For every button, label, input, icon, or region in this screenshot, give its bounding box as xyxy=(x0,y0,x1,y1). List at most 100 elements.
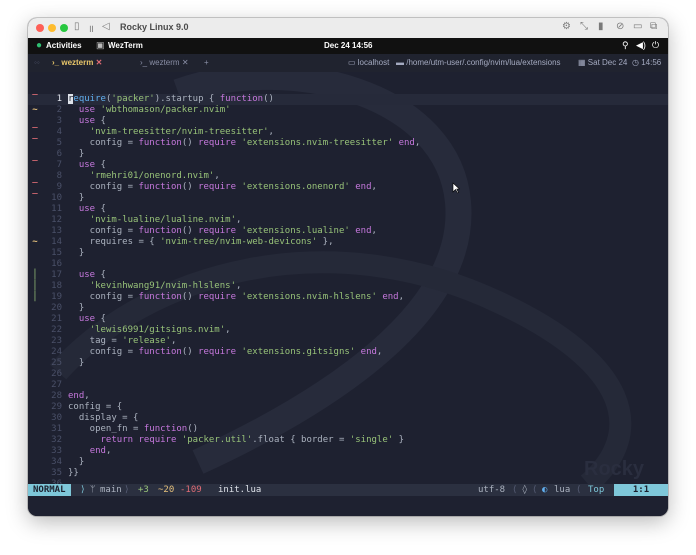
code-line[interactable]: ‾ 1 require('packer').startup { function() xyxy=(28,94,668,105)
line-number: 16 xyxy=(51,259,62,269)
close-tab-icon[interactable]: ✕ xyxy=(96,58,103,67)
code-text: } xyxy=(68,358,85,368)
code-line[interactable]: 3 use { xyxy=(28,116,668,127)
tab-label: wezterm xyxy=(149,58,180,67)
code-line[interactable]: │ 17 use { xyxy=(28,270,668,281)
tab-wezterm-active[interactable]: ›_ wezterm ✕ xyxy=(52,58,102,67)
code-line[interactable]: 20 } xyxy=(28,303,668,314)
line-number: 23 xyxy=(51,336,62,346)
line-number: 11 xyxy=(51,204,62,214)
git-sign: ‾ xyxy=(32,160,38,170)
code-text: } xyxy=(68,457,85,467)
line-number: 15 xyxy=(51,248,62,258)
git-sign: ‾ xyxy=(32,193,38,203)
code-text: }} xyxy=(68,468,79,478)
settings-icon[interactable]: ⚙ xyxy=(562,21,571,32)
new-tab-button[interactable]: + xyxy=(204,58,209,67)
folder-icon[interactable]: ▭ xyxy=(633,21,642,32)
code-text: end, xyxy=(89,446,112,456)
code-line[interactable]: 15 } xyxy=(28,248,668,259)
file-name: init.lua xyxy=(218,485,262,495)
git-sign: ~ xyxy=(32,105,38,115)
pause-icon[interactable]: ॥ xyxy=(88,21,94,35)
git-sign: ~ xyxy=(32,237,38,247)
code-line[interactable]: 13 config = function() require 'extensio… xyxy=(28,226,668,237)
code-text: use { xyxy=(78,116,106,126)
code-text: display = { xyxy=(68,413,139,423)
code-line[interactable]: 21 use { xyxy=(28,314,668,325)
nvim-editor[interactable]: Rocky ‾ 1 require('packer').startup { func… xyxy=(28,72,668,484)
code-line[interactable]: 33 end, xyxy=(28,446,668,457)
code-line[interactable]: ‾ 9 config = function() require 'extensio… xyxy=(28,182,668,193)
network-icon[interactable]: ⚲ xyxy=(622,40,629,51)
code-line[interactable]: 31 open_fn = function() xyxy=(28,424,668,435)
minimize-button[interactable] xyxy=(48,24,56,32)
line-number: 7 xyxy=(56,160,62,170)
code-line[interactable]: ‾ 4 'nvim-treesitter/nvim-treesitter', xyxy=(28,127,668,138)
power-icon[interactable]: ⏻ xyxy=(652,40,659,51)
diff-removed: -109 xyxy=(180,485,202,495)
host-indicator: ▭ localhost xyxy=(348,58,390,67)
volume-icon[interactable]: ◀) xyxy=(636,40,646,51)
resize-icon[interactable]: ⤡ xyxy=(580,21,588,32)
code-line[interactable]: 11 use { xyxy=(28,204,668,215)
code-text: config = function() require 'extensions.… xyxy=(68,347,383,357)
line-number: 6 xyxy=(56,149,62,159)
code-line[interactable]: 34 } xyxy=(28,457,668,468)
line-number: 8 xyxy=(56,171,62,181)
code-line[interactable]: 28 end, xyxy=(28,391,668,402)
code-text: use { xyxy=(78,160,106,170)
code-line[interactable]: 24 config = function() require 'extensio… xyxy=(28,347,668,358)
code-line[interactable]: ~2 use 'wbthomason/packer.nvim' xyxy=(28,105,668,116)
code-line[interactable]: 8 'rmehri01/onenord.nvim', xyxy=(28,171,668,182)
code-line[interactable]: 27 xyxy=(28,380,668,391)
code-line[interactable]: 35}} xyxy=(28,468,668,479)
code-line[interactable]: 29 config = { xyxy=(28,402,668,413)
code-line[interactable]: 16 xyxy=(28,259,668,270)
line-number: 12 xyxy=(51,215,62,225)
code-text: use { xyxy=(78,204,106,214)
code-line[interactable]: ‾ 10 } xyxy=(28,193,668,204)
code-line[interactable]: 22 'lewis6991/gitsigns.nvim', xyxy=(28,325,668,336)
code-line[interactable]: 26 xyxy=(28,369,668,380)
code-line[interactable]: 6 } xyxy=(28,149,668,160)
code-line[interactable]: │ 18 'kevinhwang91/nvim-hlslens', xyxy=(28,281,668,292)
line-number: 13 xyxy=(51,226,62,236)
code-text: use 'wbthomason/packer.nvim' xyxy=(78,105,231,115)
close-tab-icon[interactable]: ✕ xyxy=(182,58,189,67)
code-text: open_fn = function() xyxy=(68,424,199,434)
line-number: 20 xyxy=(51,303,62,313)
line-number: 29 xyxy=(51,402,62,412)
line-number: 31 xyxy=(51,424,62,434)
code-line[interactable]: 30 display = { xyxy=(28,413,668,424)
zoom-button[interactable] xyxy=(60,24,68,32)
code-line[interactable]: ~14 requires = { 'nvim-tree/nvim-web-dev… xyxy=(28,237,668,248)
code-line[interactable]: ‾ 7 use { xyxy=(28,160,668,171)
line-number: 14 xyxy=(51,237,62,247)
code-line[interactable]: 23 tag = 'release', xyxy=(28,336,668,347)
command-line[interactable] xyxy=(28,496,668,516)
separator-icon: ⟨ xyxy=(512,485,518,495)
sidebar-icon[interactable]: ▯ xyxy=(74,21,80,32)
activities-button[interactable]: Activities xyxy=(46,41,82,50)
close-button[interactable] xyxy=(36,24,44,32)
git-sign: ‾ xyxy=(32,94,38,104)
code-line[interactable]: 25 } xyxy=(28,358,668,369)
code-line[interactable]: 32 return require 'packer.util'.float { … xyxy=(28,435,668,446)
back-icon[interactable]: ◁ xyxy=(102,21,110,32)
line-number: 35 xyxy=(51,468,62,478)
tab-wezterm-2[interactable]: ›_ wezterm ✕ xyxy=(140,58,189,67)
usb-icon[interactable]: ▮ xyxy=(598,21,604,32)
code-line[interactable]: │ 19 config = function() require 'extensi… xyxy=(28,292,668,303)
line-number: 32 xyxy=(51,435,62,445)
share-icon[interactable]: ⊘ xyxy=(616,21,624,32)
code-line[interactable]: 12 'nvim-lualine/lualine.nvim', xyxy=(28,215,668,226)
git-sign: ‾ xyxy=(32,182,38,192)
code-text: } xyxy=(68,248,85,258)
window-icon[interactable]: ⧉ xyxy=(650,21,657,32)
file-encoding: utf-8 xyxy=(478,485,506,495)
app-menu[interactable]: WezTerm xyxy=(108,41,143,50)
code-line[interactable]: ‾ 5 config = function() require 'extensio… xyxy=(28,138,668,149)
clock[interactable]: Dec 24 14:56 xyxy=(324,41,372,50)
code-text: 'lewis6991/gitsigns.nvim', xyxy=(89,325,231,335)
